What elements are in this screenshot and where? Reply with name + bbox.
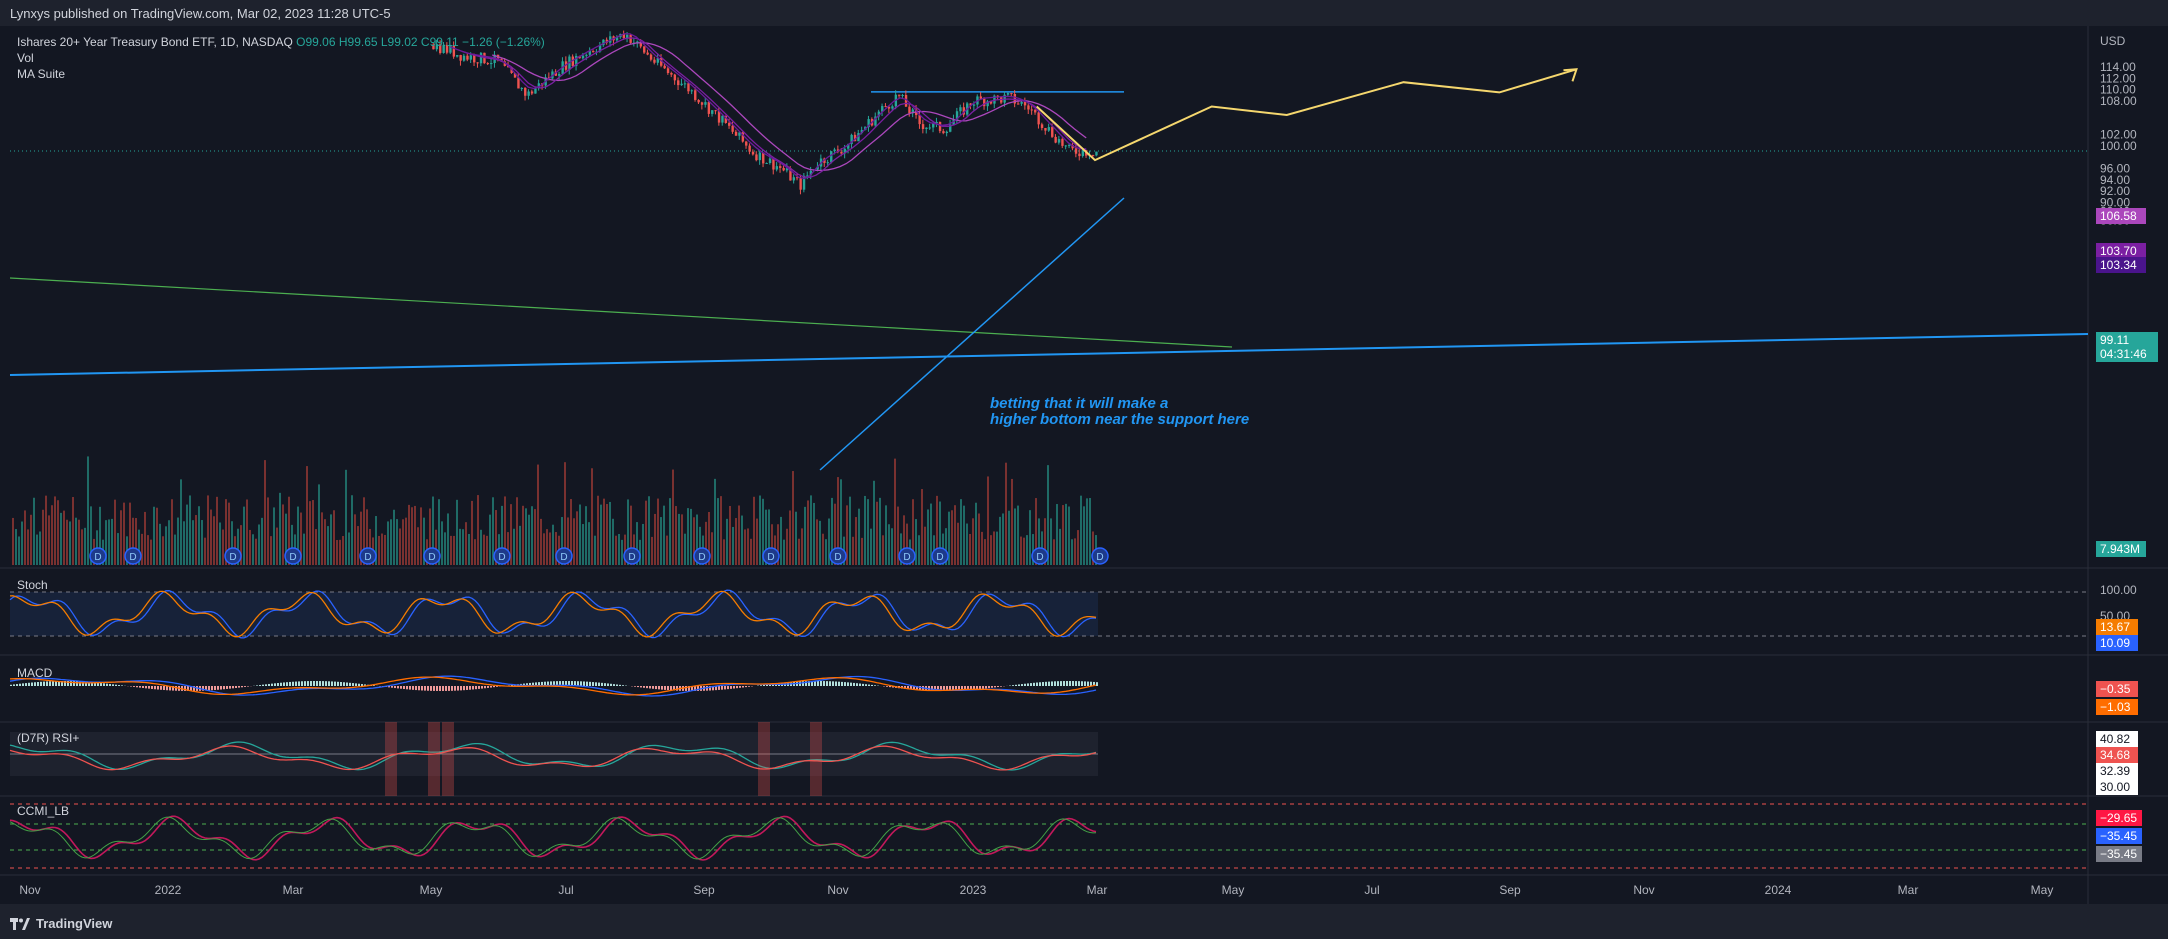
x-tick-12: Nov bbox=[1633, 883, 1654, 897]
x-tick-8: Mar bbox=[1087, 883, 1108, 897]
svg-text:D: D bbox=[628, 552, 635, 563]
price-badge-text-5: 7.943M bbox=[2100, 542, 2140, 556]
currency-label: USD bbox=[2100, 34, 2126, 48]
price-badge-text-3: 99.11 bbox=[2100, 333, 2129, 347]
rsi-badge-text-3: 30.00 bbox=[2100, 780, 2130, 794]
svg-text:D: D bbox=[289, 552, 296, 563]
svg-text:D: D bbox=[94, 552, 101, 563]
ma-suite-label[interactable]: MA Suite bbox=[17, 66, 545, 82]
price-chart[interactable]: 86.8088.4090.0092.0094.0096.00100.00102.… bbox=[0, 0, 2168, 939]
ohlc-values: O99.06 H99.65 L99.02 C99.11 −1.26 (−1.26… bbox=[296, 35, 545, 49]
price-badge-text-4: 04:31:46 bbox=[2100, 347, 2147, 361]
rsi-highlight-0 bbox=[385, 722, 397, 796]
tradingview-brand: TradingView bbox=[36, 916, 113, 931]
annotation-line-1: betting that it will make a bbox=[990, 395, 1169, 412]
svg-text:D: D bbox=[1096, 552, 1103, 563]
x-tick-0: Nov bbox=[19, 883, 40, 897]
price-badge-text-1: 103.70 bbox=[2100, 244, 2137, 258]
svg-text:D: D bbox=[428, 552, 435, 563]
ccmi-badge-text-1: −35.45 bbox=[2100, 829, 2137, 843]
x-tick-9: May bbox=[1222, 883, 1245, 897]
volume-label[interactable]: Vol bbox=[17, 50, 545, 66]
x-tick-6: Nov bbox=[827, 883, 848, 897]
ccmi-label[interactable]: CCMI_LB bbox=[17, 804, 69, 818]
stoch-label[interactable]: Stoch bbox=[17, 578, 48, 592]
rsi-highlight-2 bbox=[442, 722, 454, 796]
svg-text:D: D bbox=[498, 552, 505, 563]
x-tick-14: Mar bbox=[1898, 883, 1919, 897]
y-tick-11: 114.00 bbox=[2100, 60, 2136, 74]
stoch-badge-text-0: 13.67 bbox=[2100, 620, 2130, 634]
footer-bar: TradingView bbox=[0, 904, 2168, 939]
x-tick-7: 2023 bbox=[960, 883, 987, 897]
svg-text:D: D bbox=[229, 552, 236, 563]
macd-label[interactable]: MACD bbox=[17, 666, 52, 680]
macd-badge-text-1: −1.03 bbox=[2100, 700, 2131, 714]
x-tick-10: Jul bbox=[1364, 883, 1379, 897]
rsi-highlight-4 bbox=[810, 722, 822, 796]
macd-badge-text-0: −0.35 bbox=[2100, 682, 2131, 696]
rsi-highlight-3 bbox=[758, 722, 770, 796]
stoch-badge-text-1: 10.09 bbox=[2100, 636, 2130, 650]
price-badge-text-0: 106.58 bbox=[2100, 209, 2137, 223]
x-tick-2: Mar bbox=[283, 883, 304, 897]
y-tick-5: 96.00 bbox=[2100, 162, 2130, 176]
ccmi-badge-text-0: −29.65 bbox=[2100, 811, 2137, 825]
svg-text:D: D bbox=[767, 552, 774, 563]
x-tick-3: May bbox=[420, 883, 443, 897]
ccmi-badge-text-2: −35.45 bbox=[2100, 847, 2137, 861]
annotation-line-2: higher bottom near the support here bbox=[990, 411, 1250, 428]
x-tick-15: May bbox=[2031, 883, 2054, 897]
svg-text:D: D bbox=[129, 552, 136, 563]
x-tick-5: Sep bbox=[693, 883, 715, 897]
svg-text:D: D bbox=[936, 552, 943, 563]
svg-text:D: D bbox=[698, 552, 705, 563]
x-tick-1: 2022 bbox=[155, 883, 182, 897]
tradingview-logo[interactable]: TradingView bbox=[10, 916, 112, 931]
svg-text:D: D bbox=[364, 552, 371, 563]
trade-annotation[interactable]: betting that it will make a higher botto… bbox=[990, 396, 1249, 428]
rsi-badge-text-0: 40.82 bbox=[2100, 732, 2130, 746]
y-tick-7: 102.00 bbox=[2100, 128, 2137, 142]
svg-text:D: D bbox=[903, 552, 910, 563]
svg-text:D: D bbox=[834, 552, 841, 563]
rsi-highlight-1 bbox=[428, 722, 440, 796]
svg-text:D: D bbox=[560, 552, 567, 563]
x-tick-4: Jul bbox=[558, 883, 573, 897]
rsi-badge-text-1: 34.68 bbox=[2100, 748, 2130, 762]
chart-legend: Ishares 20+ Year Treasury Bond ETF, 1D, … bbox=[17, 34, 545, 82]
x-tick-13: 2024 bbox=[1765, 883, 1792, 897]
svg-text:D: D bbox=[1036, 552, 1043, 563]
stoch-tick-0: 100.00 bbox=[2100, 583, 2137, 597]
symbol-title[interactable]: Ishares 20+ Year Treasury Bond ETF, 1D, … bbox=[17, 35, 293, 49]
price-badge-text-2: 103.34 bbox=[2100, 258, 2137, 272]
tradingview-icon bbox=[10, 917, 30, 930]
rsi-badge-text-2: 32.39 bbox=[2100, 764, 2130, 778]
rsi-label[interactable]: (D7R) RSI+ bbox=[17, 731, 79, 745]
x-tick-11: Sep bbox=[1499, 883, 1521, 897]
